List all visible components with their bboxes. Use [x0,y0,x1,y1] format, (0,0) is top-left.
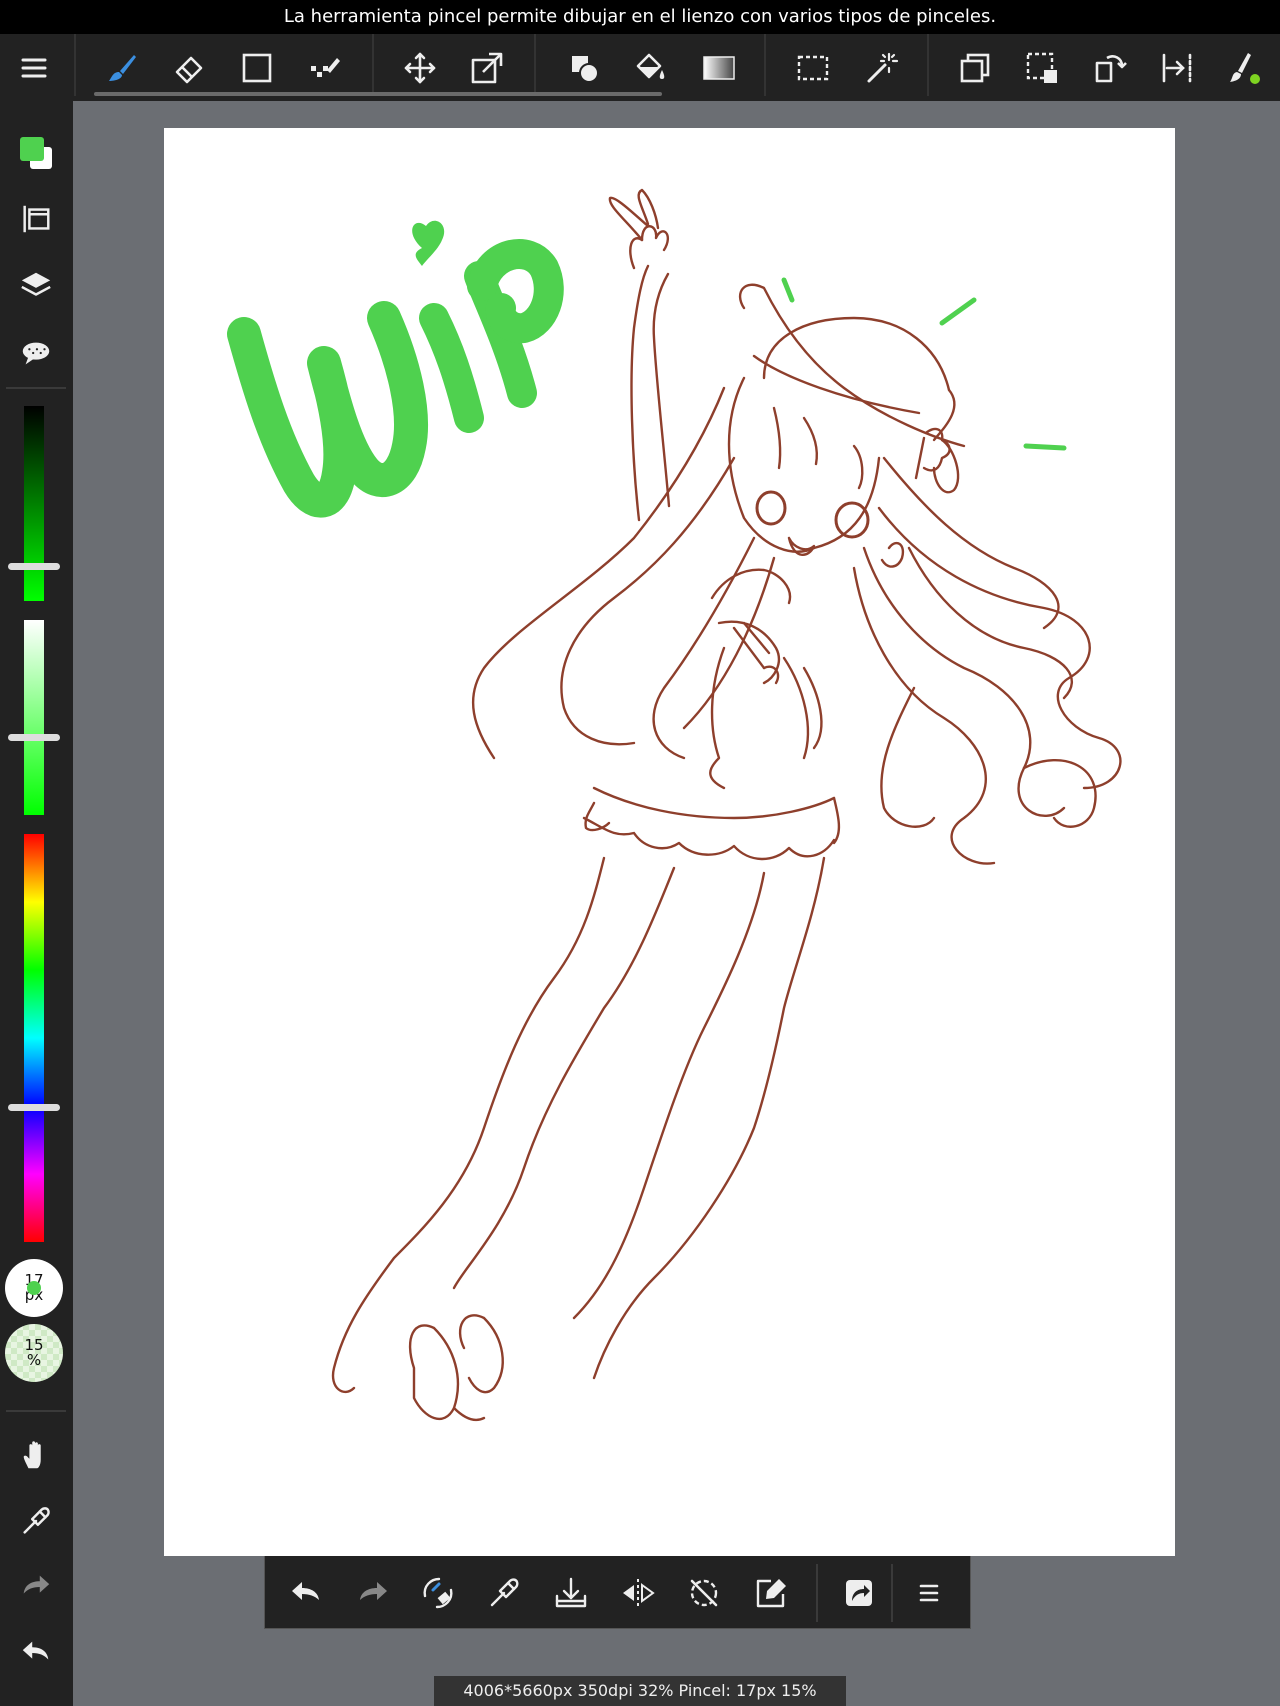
saturation-slider[interactable] [24,620,44,815]
square-icon [242,53,272,83]
eyedropper-icon [23,1507,50,1534]
magic-wand-tool-button[interactable] [859,46,903,90]
brush-eraser-switch-button[interactable] [415,1570,461,1616]
canvas-panel-icon [23,205,50,233]
hand-icon [23,1441,41,1469]
share-button[interactable] [836,1570,882,1616]
rotate-reset-button[interactable] [681,1570,727,1616]
rotate-icon [1095,55,1127,83]
menu-icon [21,58,47,78]
brush-size-preview-dot [27,1281,41,1295]
value-slider-thumb[interactable] [8,562,60,570]
edit-canvas-button[interactable] [749,1570,795,1616]
hand-tool-button[interactable] [14,1433,58,1477]
redo-icon [23,1575,50,1594]
move-tool-button[interactable] [398,46,442,90]
speech-bubble-icon [22,342,50,365]
transform-icon [471,52,503,84]
bucket-icon [636,53,665,79]
flip-canvas-button[interactable] [615,1570,661,1616]
edit-box-icon [756,1579,786,1608]
wip-lettering [227,239,564,518]
top-toolbar [0,34,1280,101]
undo-icon [292,1582,319,1600]
rotate-tool-button[interactable] [1088,46,1132,90]
brush-tool-button[interactable] [100,46,144,90]
drawing-canvas[interactable] [164,128,1175,1556]
brush-settings-button[interactable] [1222,46,1266,90]
select-layer-icon [1026,52,1057,83]
flip-icon [1162,53,1192,83]
wip-heart-dot [412,220,445,266]
redo-left-button[interactable] [14,1564,58,1608]
saturation-slider-thumb[interactable] [8,734,60,741]
toolbar-scroll-indicator[interactable] [94,92,662,96]
hue-slider[interactable] [24,834,44,1242]
eraser-icon [175,56,203,84]
dot-pen-tool-button[interactable] [303,46,347,90]
eyedropper-icon [490,1578,519,1607]
color-swatch-icon [20,137,52,169]
magic-wand-icon [867,52,899,83]
eyedropper-left-button[interactable] [14,1499,58,1543]
copy-layer-button[interactable] [953,46,997,90]
tool-hint-bar: La herramienta pincel permite dibujar en… [0,0,1280,34]
color-swatch-button[interactable] [14,131,58,175]
eraser-tool-button[interactable] [167,46,211,90]
speech-bubble-button[interactable] [14,331,58,375]
value-slider[interactable] [24,406,44,601]
brush-icon [109,55,136,81]
more-menu-button[interactable] [906,1570,952,1616]
undo-button[interactable] [283,1570,329,1616]
selection-tool-button[interactable] [791,46,835,90]
gradient-icon [703,56,735,80]
shape-tool-button[interactable] [235,46,279,90]
select-layer-button[interactable] [1020,46,1064,90]
canvas-status-bar: 4006*5660px 350dpi 32% Pincel: 17px 15% [434,1676,846,1706]
save-to-device-button[interactable] [548,1570,594,1616]
selection-icon [797,55,829,81]
sparkle-marks [781,277,1067,451]
left-toolbar: 17 px 15 % [0,101,73,1706]
bottom-toolbar [264,1556,971,1629]
flip-horizontal-icon [623,1579,655,1607]
eyedropper-button[interactable] [481,1570,527,1616]
redo-button[interactable] [350,1570,396,1616]
brush-settings-icon [1230,53,1260,84]
move-icon [404,52,436,84]
shapes-icon [572,56,599,83]
undo-left-button[interactable] [14,1630,58,1674]
rotate-reset-icon [690,1579,718,1607]
share-icon [846,1580,872,1606]
canvas-status-text: 4006*5660px 350dpi 32% Pincel: 17px 15% [463,1681,817,1700]
switch-brush-eraser-icon [423,1577,453,1609]
copy-icon [960,53,990,83]
layers-icon [21,272,51,296]
canvas-panel-button[interactable] [14,197,58,241]
redo-icon [360,1582,387,1600]
menu-button[interactable] [12,46,56,90]
tool-hint-text: La herramienta pincel permite dibujar en… [283,6,997,27]
flip-tool-button[interactable] [1155,46,1199,90]
canvas-artwork [227,188,1122,1422]
hamburger-icon [919,1584,939,1602]
fill-shape-tool-button[interactable] [563,46,607,90]
dot-pen-icon [311,58,340,77]
hue-slider-thumb[interactable] [8,1104,60,1112]
opacity-unit: % [26,1351,42,1369]
layers-button[interactable] [14,264,58,308]
download-icon [555,1577,587,1608]
transform-tool-button[interactable] [465,46,509,90]
bucket-tool-button[interactable] [628,46,672,90]
gradient-tool-button[interactable] [697,46,741,90]
opacity-button[interactable]: 15 % [5,1324,63,1382]
undo-icon [22,1641,49,1660]
